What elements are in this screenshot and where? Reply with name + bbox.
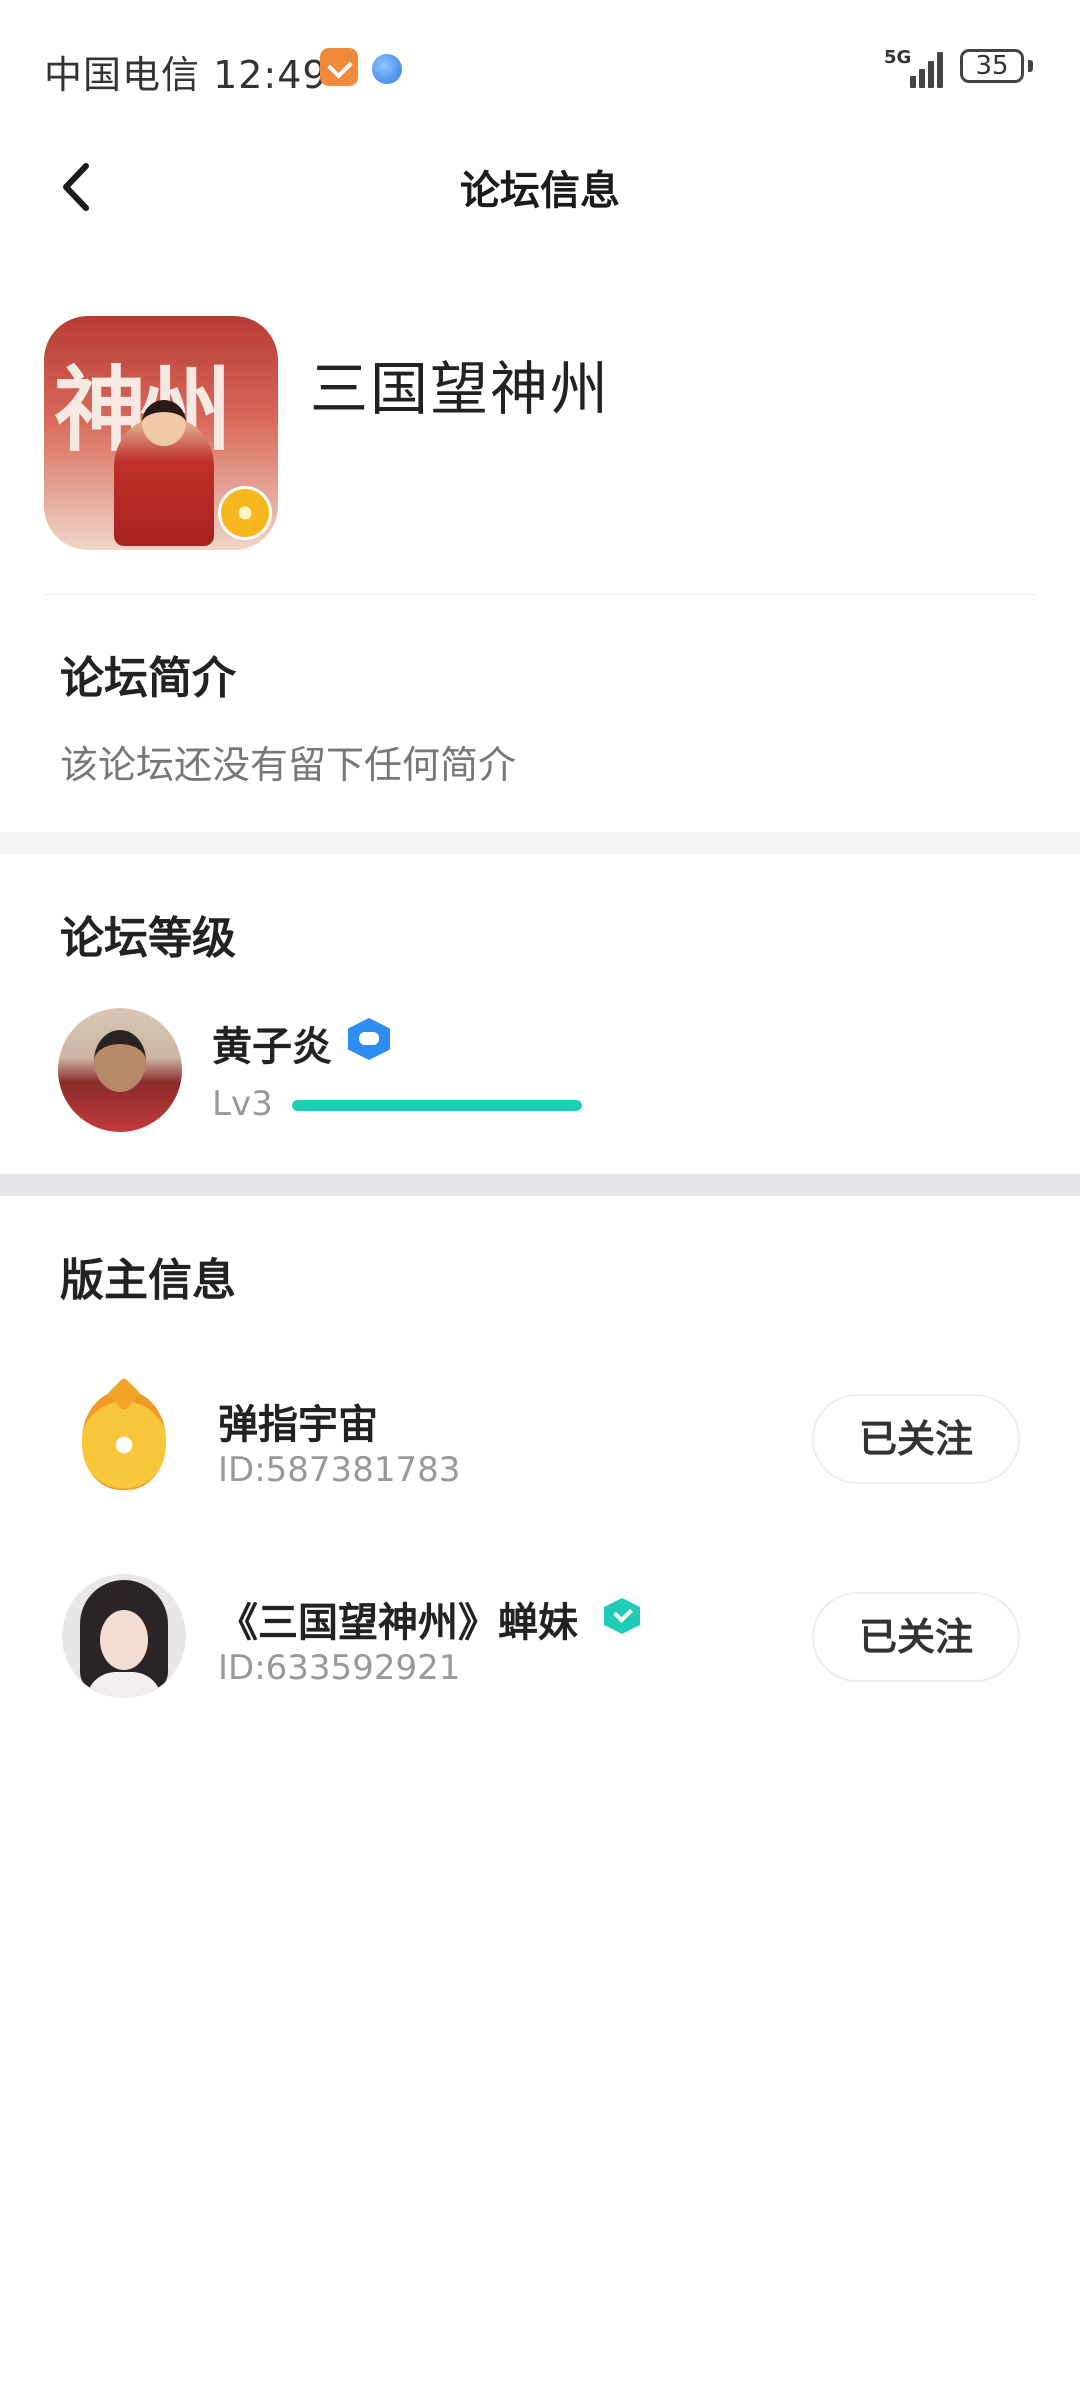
forum-name: 三国望神州 <box>310 355 611 423</box>
follow-button[interactable]: 已关注 <box>812 1592 1020 1682</box>
network-type-label: 5G <box>884 47 912 68</box>
carrier-time: 中国电信 12:49 <box>44 53 328 97</box>
user-avatar[interactable] <box>58 1008 182 1132</box>
level-progress-bar <box>292 1100 582 1111</box>
section-divider <box>0 832 1080 854</box>
browser-app-icon <box>372 54 402 84</box>
section-divider <box>0 1174 1080 1196</box>
status-bar: 中国电信 12:49 5G 35 <box>0 0 1080 140</box>
battery-tip <box>1028 60 1033 72</box>
gamepad-badge-icon <box>348 1018 390 1060</box>
battery-icon: 35 <box>960 49 1024 83</box>
intro-text: 该论坛还没有留下任何简介 <box>60 743 517 787</box>
nav-bar: 论坛信息 <box>0 140 1080 230</box>
moderator-name[interactable]: 弹指宇宙 <box>218 1392 378 1450</box>
moderator-id: ID:633592921 <box>218 1648 461 1688</box>
coin-badge-icon <box>218 486 272 540</box>
signal-icon <box>910 50 946 88</box>
moderator-avatar[interactable] <box>62 1376 186 1500</box>
moderator-avatar[interactable] <box>62 1574 186 1698</box>
user-name[interactable]: 黄子炎 <box>212 1014 332 1072</box>
moderator-id: ID:587381783 <box>218 1450 461 1490</box>
moderator-name[interactable]: 《三国望神州》蝉妹 <box>218 1590 578 1648</box>
moderators-section-title: 版主信息 <box>60 1255 236 1306</box>
verified-badge-icon <box>604 1598 640 1634</box>
page-title: 论坛信息 <box>460 168 620 214</box>
level-section-title: 论坛等级 <box>60 913 236 964</box>
follow-button[interactable]: 已关注 <box>812 1394 1020 1484</box>
intro-section-title: 论坛简介 <box>60 653 236 704</box>
level-label: Lv3 <box>212 1084 273 1124</box>
level-progress-fill <box>292 1100 582 1111</box>
divider <box>44 594 1036 595</box>
forum-logo-head <box>142 400 186 446</box>
security-app-icon <box>320 48 358 86</box>
